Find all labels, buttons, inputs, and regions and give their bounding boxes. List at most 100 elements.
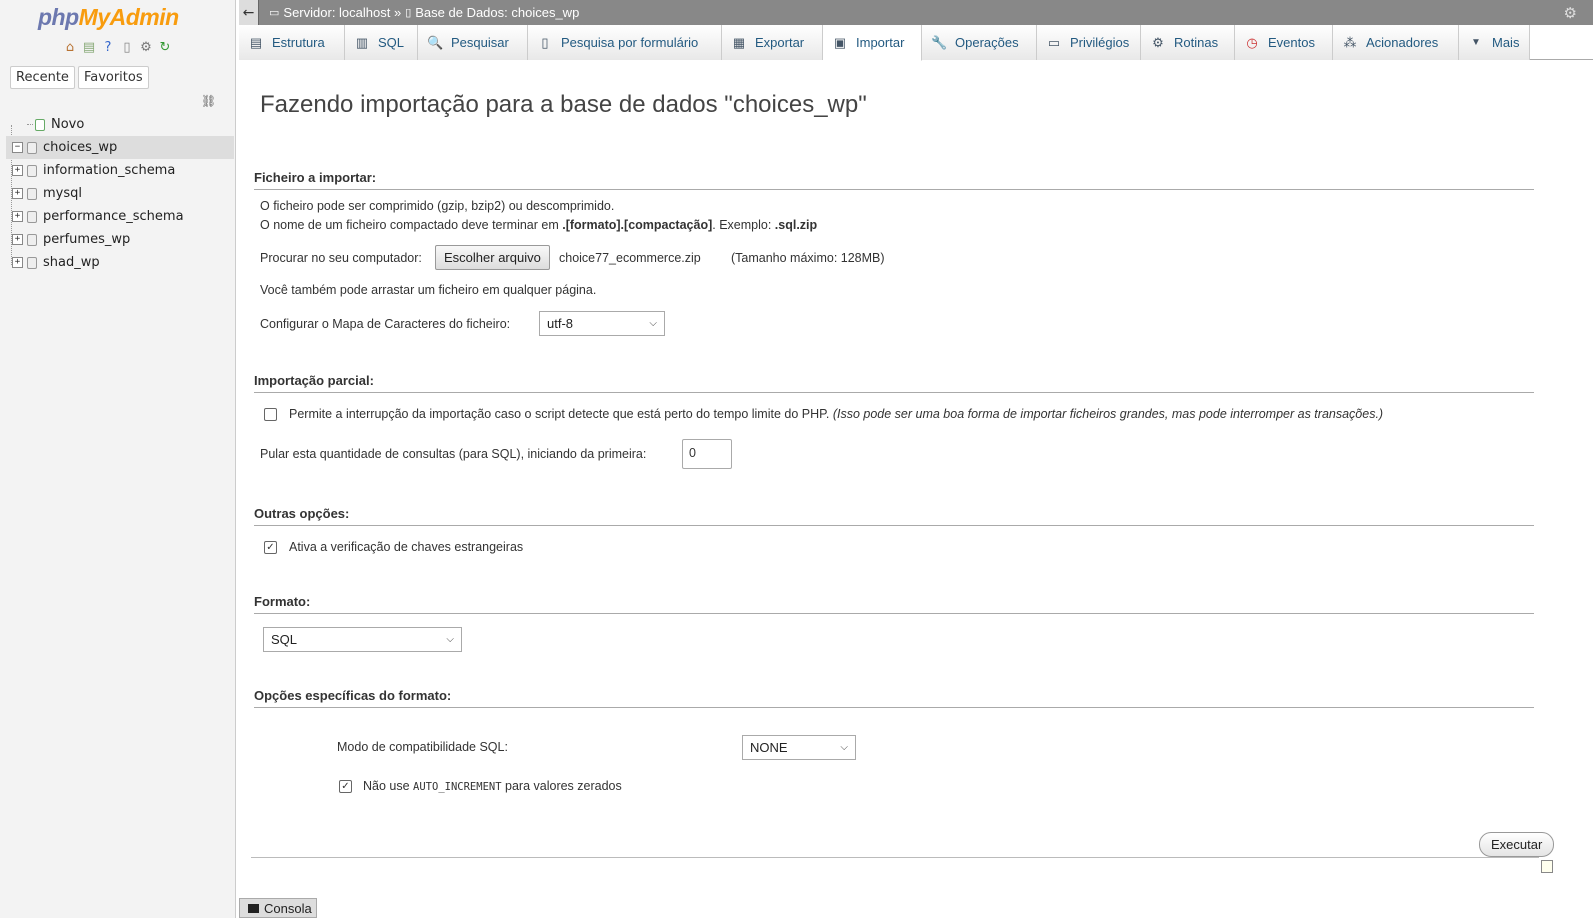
partial-section-title: Importação parcial:	[254, 373, 1534, 393]
tree-item-mysql[interactable]: + mysql	[6, 182, 234, 205]
recent-tab[interactable]: Recente	[10, 66, 75, 89]
skip-queries-label: Pular esta quantidade de consultas (para…	[260, 447, 647, 461]
filename-note: O nome de um ficheiro compactado deve te…	[260, 218, 818, 232]
tree-item-label: information_schema	[43, 163, 176, 178]
breadcrumb-server[interactable]: Servidor: localhost »	[283, 5, 401, 20]
format-options-title: Opções específicas do formato:	[254, 688, 1534, 708]
routines-icon: ⚙	[1152, 34, 1164, 50]
tab-import[interactable]: ▣ Importar	[823, 25, 922, 61]
tree-item-choices-wp[interactable]: − choices_wp	[6, 136, 234, 159]
docs-icon[interactable]: ▯	[119, 40, 135, 56]
expand-icon[interactable]: +	[12, 188, 23, 199]
compat-mode-select[interactable]: NONE ⌵	[742, 735, 856, 760]
database-icon	[27, 210, 37, 223]
server-icon: ▭	[269, 7, 280, 19]
other-options-title: Outras opções:	[254, 506, 1534, 526]
tab-routines[interactable]: ⚙ Rotinas	[1141, 25, 1235, 60]
navigation-panel: phpMyAdmin ⌂ ▤ ? ▯ ⚙ ↻ Recente Favoritos…	[0, 0, 236, 918]
main-content: Fazendo importação para a base de dados …	[239, 61, 1593, 918]
navigation-tabs: Recente Favoritos	[10, 66, 149, 89]
selected-file-name: choice77_ecommerce.zip	[559, 251, 701, 265]
drag-note: Você também pode arrastar um ficheiro em…	[260, 283, 597, 297]
tab-search[interactable]: 🔍 Pesquisar	[418, 25, 528, 60]
tree-item-label: Novo	[51, 117, 85, 132]
log-icon[interactable]: ▤	[81, 40, 97, 56]
search-icon: 🔍	[427, 34, 444, 50]
expand-icon[interactable]: +	[12, 234, 23, 245]
expand-icon[interactable]: +	[12, 165, 23, 176]
database-icon	[27, 141, 37, 154]
gear-icon[interactable]: ⚙	[1564, 4, 1577, 22]
clock-icon: ◷	[1246, 34, 1258, 50]
tab-export[interactable]: ▦ Exportar	[722, 25, 823, 60]
expand-icon[interactable]: +	[12, 211, 23, 222]
tab-events[interactable]: ◷ Eventos	[1235, 25, 1333, 60]
phpmyadmin-logo[interactable]: phpMyAdmin	[38, 4, 179, 31]
tab-more[interactable]: ▼ Mais	[1459, 25, 1530, 60]
database-icon	[27, 164, 37, 177]
charset-select[interactable]: utf-8 ⌵	[539, 311, 665, 336]
tree-item-information-schema[interactable]: + information_schema	[6, 159, 234, 182]
page-title: Fazendo importação para a base de dados …	[260, 91, 867, 118]
file-section-title: Ficheiro a importar:	[254, 170, 1534, 190]
chevron-down-icon: ⌵	[446, 634, 454, 645]
link-icon[interactable]: ⛓	[201, 94, 216, 108]
skip-queries-input[interactable]: 0	[682, 439, 732, 469]
database-icon: ▯	[405, 7, 412, 19]
help-icon[interactable]: ?	[100, 40, 116, 56]
database-icon	[27, 233, 37, 246]
tree-item-label: perfumes_wp	[43, 232, 131, 247]
execute-button[interactable]: Executar	[1479, 832, 1555, 857]
triggers-icon: ⁂	[1343, 34, 1357, 50]
chevron-down-icon: ▼	[1471, 37, 1481, 48]
tab-structure[interactable]: ▤ Estrutura	[239, 25, 345, 60]
top-bar: ← ▭ Servidor: localhost » ▯ Base de Dado…	[239, 0, 1593, 25]
note-icon[interactable]	[1541, 860, 1553, 873]
breadcrumb-database[interactable]: Base de Dados: choices_wp	[415, 5, 579, 20]
tree-item-perfumes-wp[interactable]: + perfumes_wp	[6, 228, 234, 251]
collapse-panel-button[interactable]: ←	[239, 0, 259, 25]
tab-triggers[interactable]: ⁂ Acionadores	[1333, 25, 1459, 60]
home-icon[interactable]: ⌂	[62, 40, 78, 56]
foreign-key-label: Ativa a verificação de chaves estrangeir…	[289, 540, 524, 554]
max-size-note: (Tamanho máximo: 128MB)	[731, 251, 885, 265]
tab-privileges[interactable]: ▭ Privilégios	[1037, 25, 1141, 60]
chevron-down-icon: ⌵	[840, 742, 848, 753]
collapse-icon[interactable]: −	[12, 142, 23, 153]
reload-icon[interactable]: ↻	[157, 40, 173, 56]
no-auto-increment-checkbox[interactable]: ✓	[339, 780, 352, 793]
tab-query[interactable]: ▯ Pesquisa por formulário	[528, 25, 722, 60]
import-icon: ▣	[833, 34, 847, 50]
export-icon: ▦	[732, 34, 746, 50]
console-toggle[interactable]: Consola	[239, 898, 317, 918]
compat-mode-label: Modo de compatibilidade SQL:	[337, 740, 508, 754]
tree-item-performance-schema[interactable]: + performance_schema	[6, 205, 234, 228]
allow-interrupt-checkbox[interactable]	[264, 408, 277, 421]
favorites-tab[interactable]: Favoritos	[77, 66, 149, 89]
charset-label: Configurar o Mapa de Caracteres do fiche…	[260, 317, 511, 331]
privileges-icon: ▭	[1047, 34, 1061, 50]
quick-icons: ⌂ ▤ ? ▯ ⚙ ↻	[62, 40, 173, 56]
tree-item-label: shad_wp	[43, 255, 100, 270]
format-section-title: Formato:	[254, 594, 1534, 614]
choose-file-button[interactable]: Escolher arquivo	[435, 245, 550, 270]
compression-note: O ficheiro pode ser comprimido (gzip, bz…	[260, 199, 615, 213]
divider	[251, 857, 1539, 858]
tab-operations[interactable]: 🔧 Operações	[922, 25, 1037, 60]
database-icon	[27, 187, 37, 200]
no-auto-increment-label: Não use AUTO_INCREMENT para valores zera…	[363, 779, 622, 793]
new-database-icon	[35, 118, 45, 131]
database-menu: ▤ Estrutura ▥ SQL 🔍 Pesquisar ▯ Pesquisa por…	[239, 25, 1593, 61]
settings-icon[interactable]: ⚙	[138, 40, 154, 56]
tree-item-new[interactable]: Novo	[6, 113, 234, 136]
browse-label: Procurar no seu computador:	[260, 251, 422, 265]
format-select[interactable]: SQL ⌵	[263, 627, 462, 652]
tree-item-shad-wp[interactable]: + shad_wp	[6, 251, 234, 274]
query-icon: ▯	[541, 34, 549, 50]
tab-sql[interactable]: ▥ SQL	[345, 25, 418, 60]
chevron-down-icon: ⌵	[649, 318, 657, 329]
wrench-icon: 🔧	[931, 34, 948, 50]
foreign-key-checkbox[interactable]: ✓	[264, 541, 277, 554]
expand-icon[interactable]: +	[12, 257, 23, 268]
allow-interrupt-label: Permite a interrupção da importação caso…	[289, 407, 1384, 421]
